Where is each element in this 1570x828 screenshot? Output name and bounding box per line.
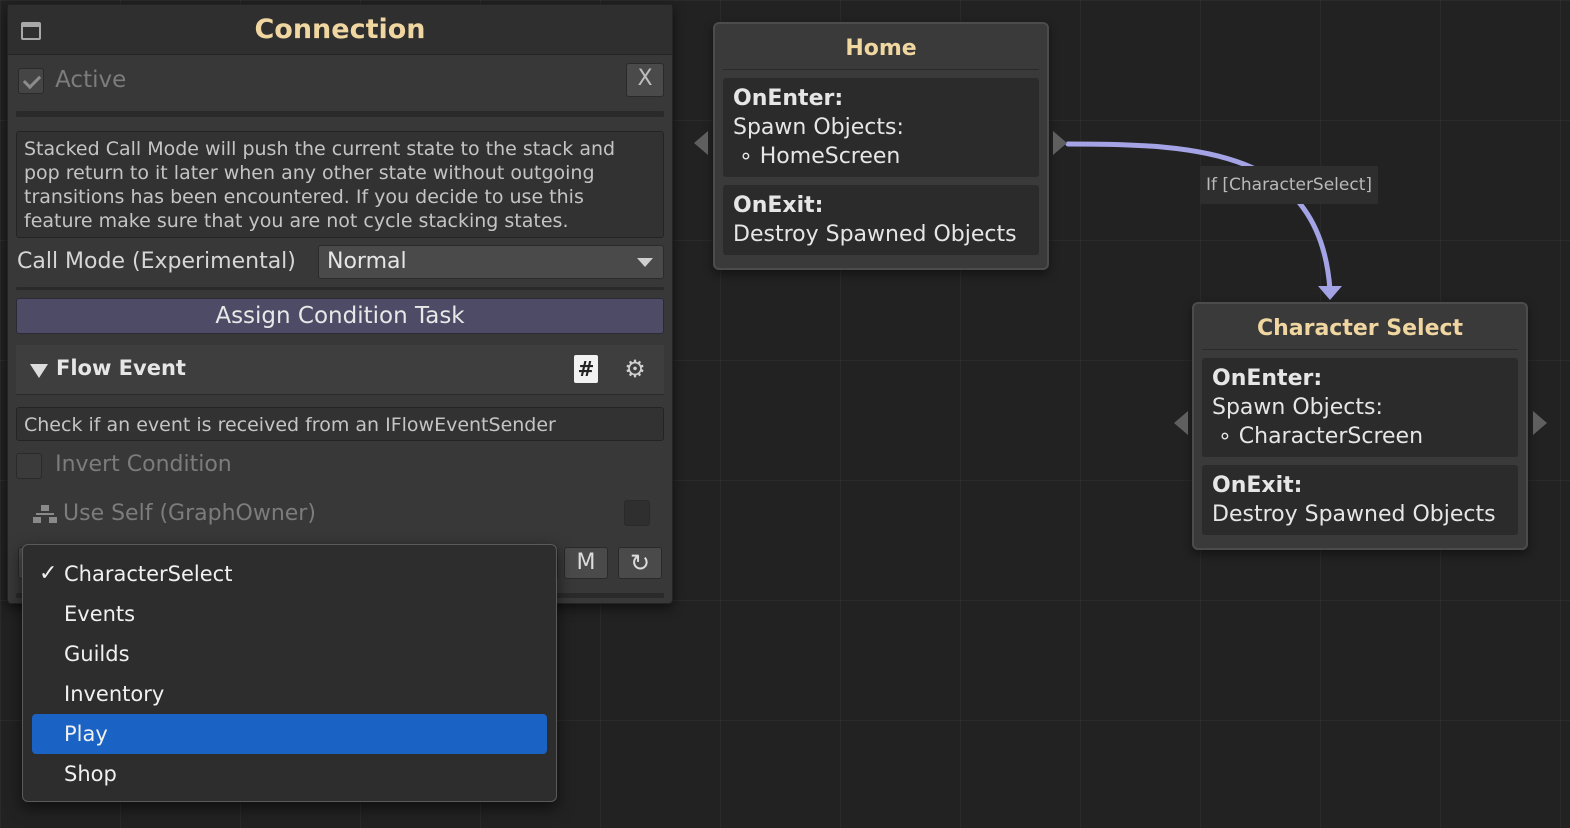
event-selection-popup: ✓ CharacterSelect Events Guilds Inventor…: [22, 544, 557, 802]
menu-item-guilds[interactable]: Guilds: [32, 634, 547, 674]
active-row: Active X: [16, 63, 664, 99]
hash-script-icon[interactable]: #: [574, 355, 598, 383]
close-button[interactable]: X: [626, 63, 664, 97]
on-enter-label: OnEnter:: [1212, 366, 1323, 391]
invert-condition-label: Invert Condition: [55, 452, 232, 477]
use-self-row: Use Self (GraphOwner): [16, 497, 664, 533]
on-exit-block: OnExit: Destroy Spawned Objects: [1202, 465, 1518, 535]
menu-item-events[interactable]: Events: [32, 594, 547, 634]
spawn-object-item: ∘ CharacterScreen: [1218, 424, 1424, 449]
menu-item-label: Shop: [64, 762, 117, 786]
panel-header[interactable]: Connection: [8, 5, 672, 55]
spawn-object-item: ∘ HomeScreen: [739, 144, 901, 169]
assign-condition-task-button[interactable]: Assign Condition Task: [16, 298, 664, 334]
menu-item-shop[interactable]: Shop: [32, 754, 547, 794]
exit-action: Destroy Spawned Objects: [1212, 502, 1496, 527]
call-mode-description: Stacked Call Mode will push the current …: [16, 131, 664, 238]
assign-row: Assign Condition Task: [16, 298, 664, 334]
flow-event-description: Check if an event is received from an IF…: [16, 407, 664, 441]
panel-title: Connection: [254, 14, 426, 45]
use-self-label: Use Self (GraphOwner): [63, 501, 316, 526]
on-enter-block: OnEnter: Spawn Objects: ∘ HomeScreen: [723, 78, 1039, 177]
home-input-port-icon[interactable]: [694, 131, 708, 155]
character-select-output-port-icon[interactable]: [1533, 411, 1547, 435]
exit-action: Destroy Spawned Objects: [733, 222, 1017, 247]
use-self-checkbox[interactable]: [624, 500, 650, 526]
menu-item-label: CharacterSelect: [64, 562, 233, 586]
menu-item-inventory[interactable]: Inventory: [32, 674, 547, 714]
character-select-input-port-icon[interactable]: [1174, 411, 1188, 435]
flow-event-header[interactable]: Flow Event # ⚙: [16, 345, 664, 395]
menu-item-label: Play: [64, 722, 108, 746]
on-exit-block: OnExit: Destroy Spawned Objects: [723, 185, 1039, 255]
on-enter-label: OnEnter:: [733, 86, 844, 111]
flow-event-description-row: Check if an event is received from an IF…: [16, 407, 664, 441]
node-title: Home: [723, 24, 1039, 70]
menu-item-label: Guilds: [64, 642, 130, 666]
flow-event-label: Flow Event: [56, 356, 186, 380]
transition-arrow-icon: [1318, 286, 1342, 300]
invert-condition-row: Invert Condition: [16, 449, 664, 483]
character-select-state-node[interactable]: Character Select OnEnter: Spawn Objects:…: [1192, 302, 1528, 550]
spawn-objects-label: Spawn Objects:: [1212, 395, 1383, 420]
flow-event-section: Flow Event # ⚙: [16, 345, 664, 395]
call-mode-value: Normal: [327, 249, 407, 274]
hierarchy-icon: [33, 505, 57, 523]
home-state-node[interactable]: Home OnEnter: Spawn Objects: ∘ HomeScree…: [713, 22, 1049, 270]
active-checkbox[interactable]: [18, 67, 44, 94]
m-button[interactable]: M: [564, 547, 608, 579]
active-label: Active: [55, 67, 127, 93]
gear-icon[interactable]: ⚙: [622, 355, 648, 383]
menu-item-characterselect[interactable]: ✓ CharacterSelect: [32, 554, 547, 594]
on-enter-block: OnEnter: Spawn Objects: ∘ CharacterScree…: [1202, 358, 1518, 457]
spawn-objects-label: Spawn Objects:: [733, 115, 904, 140]
invert-condition-checkbox[interactable]: [16, 452, 42, 479]
separator: [16, 287, 664, 290]
node-title: Character Select: [1202, 304, 1518, 350]
on-exit-label: OnExit:: [733, 193, 824, 218]
connection-inspector-panel: Connection Active X Stacked Call Mode wi…: [7, 4, 673, 604]
collapse-triangle-icon[interactable]: [30, 364, 48, 378]
menu-item-label: Inventory: [64, 682, 165, 706]
call-mode-row: Call Mode (Experimental) Normal: [16, 245, 664, 281]
call-mode-description-row: Stacked Call Mode will push the current …: [16, 131, 664, 238]
transition-condition-label[interactable]: If [CharacterSelect]: [1200, 166, 1378, 204]
menu-item-label: Events: [64, 602, 136, 626]
separator: [16, 111, 664, 117]
call-mode-dropdown[interactable]: Normal: [318, 245, 664, 279]
refresh-icon[interactable]: ↻: [618, 547, 662, 579]
check-icon: ✓: [39, 561, 58, 586]
call-mode-label: Call Mode (Experimental): [17, 249, 296, 274]
menu-item-play[interactable]: Play: [32, 714, 547, 754]
on-exit-label: OnExit:: [1212, 473, 1303, 498]
dropdown-caret-icon: [637, 258, 653, 267]
home-output-port-icon[interactable]: [1053, 131, 1067, 155]
